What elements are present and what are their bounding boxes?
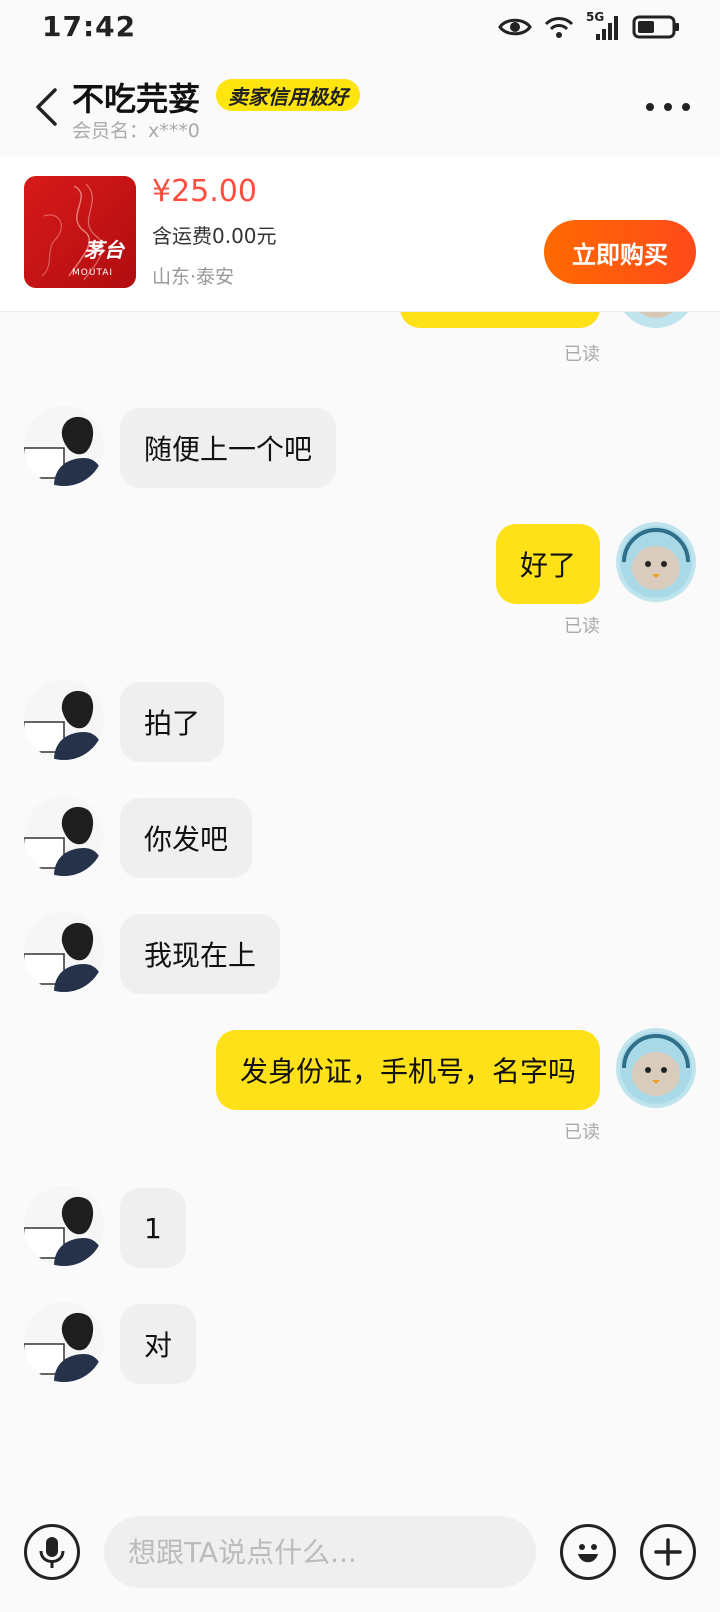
brand-mark: 茅台 xyxy=(84,238,124,262)
person-avatar-icon xyxy=(24,416,104,486)
brand-sub: MOUTAI xyxy=(72,268,114,278)
message-input[interactable] xyxy=(104,1516,536,1588)
seller-avatar[interactable] xyxy=(24,912,104,992)
message-row: 对 xyxy=(0,1300,720,1384)
message-row: 拍了 xyxy=(0,678,720,762)
more-dots-icon xyxy=(664,103,672,111)
message-row: 好了 xyxy=(0,520,720,604)
plus-button[interactable] xyxy=(640,1524,696,1580)
plus-icon xyxy=(654,1538,682,1566)
seller-avatar[interactable] xyxy=(24,680,104,760)
input-bar xyxy=(0,1502,720,1612)
chat-area[interactable]: 已读 随便上一个吧 好了 已读 拍了 你发吧 我现在上 发身份证，手机号，名字吗… xyxy=(0,312,720,1502)
message-bubble[interactable]: 随便上一个吧 xyxy=(120,408,337,488)
read-receipt: 已读 xyxy=(564,616,600,637)
eye-icon xyxy=(498,18,532,36)
shipping-fee: 含运费0.00元 xyxy=(152,224,277,248)
more-options-button[interactable] xyxy=(646,92,690,122)
seller-name[interactable]: 不吃芫荽 xyxy=(72,74,200,120)
cat-astronaut-avatar-icon xyxy=(620,1032,692,1104)
chevron-left-icon xyxy=(36,88,57,126)
member-name: 会员名：x***0 xyxy=(72,120,200,142)
seller-avatar[interactable] xyxy=(24,1186,104,1266)
person-avatar-icon xyxy=(24,690,104,760)
seller-avatar[interactable] xyxy=(24,796,104,876)
person-avatar-icon xyxy=(24,1312,104,1382)
message-bubble[interactable]: 我现在上 xyxy=(120,914,281,994)
more-dots-icon xyxy=(682,103,690,111)
message-bubble[interactable]: 你发吧 xyxy=(120,798,253,878)
person-avatar-icon xyxy=(24,922,104,992)
seller-avatar[interactable] xyxy=(24,406,104,486)
product-card[interactable]: 茅台 MOUTAI ¥25.00 含运费0.00元 山东·泰安 立即购买 xyxy=(0,156,720,312)
message-bubble[interactable]: 1 xyxy=(120,1188,186,1268)
credit-badge: 卖家信用极好 xyxy=(216,79,360,111)
signal-group: 5G xyxy=(586,10,620,42)
message-row: 1 xyxy=(0,1184,720,1268)
chat-header: 不吃芫荽 卖家信用极好 会员名：x***0 xyxy=(0,56,720,156)
read-receipt: 已读 xyxy=(564,344,600,365)
person-avatar-icon xyxy=(24,806,104,876)
message-row: 你发吧 xyxy=(0,794,720,878)
message-row: 我现在上 xyxy=(0,910,720,994)
back-button[interactable] xyxy=(26,82,66,132)
wifi-icon xyxy=(544,17,574,38)
cat-astronaut-avatar-icon xyxy=(620,526,692,598)
cropped-avatar xyxy=(616,312,696,328)
message-row: 发身份证，手机号，名字吗 xyxy=(0,1026,720,1110)
buy-now-button[interactable]: 立即购买 xyxy=(544,220,696,284)
product-price: ¥25.00 xyxy=(152,174,257,209)
microphone-icon xyxy=(39,1537,65,1568)
product-thumbnail[interactable]: 茅台 MOUTAI xyxy=(24,176,136,288)
seller-avatar[interactable] xyxy=(24,1302,104,1382)
message-bubble[interactable]: 好了 xyxy=(495,524,600,604)
emoji-icon xyxy=(578,1544,598,1563)
product-location: 山东·泰安 xyxy=(152,266,235,288)
more-dots-icon xyxy=(646,103,654,111)
voice-button[interactable] xyxy=(24,1524,80,1580)
emoji-button[interactable] xyxy=(560,1524,616,1580)
person-avatar-icon xyxy=(24,1196,104,1266)
status-time: 17:42 xyxy=(42,10,137,43)
message-bubble[interactable]: 对 xyxy=(120,1304,197,1384)
message-bubble[interactable]: 拍了 xyxy=(120,682,225,762)
cropped-bubble xyxy=(400,312,600,328)
status-bar: 17:42 5G xyxy=(0,0,720,56)
signal-icon xyxy=(596,16,618,40)
message-bubble[interactable]: 发身份证，手机号，名字吗 xyxy=(215,1030,600,1110)
battery-icon xyxy=(632,15,679,39)
status-icons: 5G xyxy=(498,10,680,44)
read-receipt: 已读 xyxy=(564,1122,600,1143)
message-row: 随便上一个吧 xyxy=(0,404,720,488)
my-avatar[interactable] xyxy=(616,522,696,602)
my-avatar[interactable] xyxy=(616,1028,696,1108)
